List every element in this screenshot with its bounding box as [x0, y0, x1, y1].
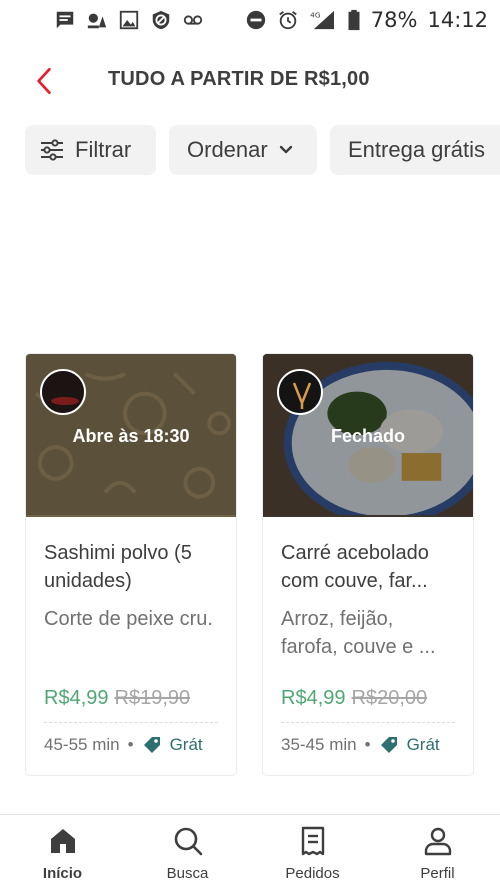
notification-icons	[54, 9, 204, 31]
home-icon	[50, 829, 75, 853]
nav-item-orders[interactable]: Pedidos	[250, 815, 375, 890]
signal-icon: 4G	[309, 9, 337, 31]
nav-item-search[interactable]: Busca	[125, 815, 250, 890]
divider	[44, 722, 218, 723]
delivery-fee: Grát	[169, 735, 203, 754]
current-price: R$4,99	[44, 687, 109, 709]
nav-label-orders: Pedidos	[285, 865, 340, 882]
message-icon	[54, 9, 76, 31]
filter-label: Filtrar	[75, 137, 132, 162]
search-icon	[174, 827, 202, 856]
sort-label: Ordenar	[187, 137, 268, 162]
separator-dot: •	[127, 735, 134, 754]
blocked-icon	[150, 9, 172, 31]
price-tag-icon	[379, 735, 399, 755]
delivery-info: 35-45 min • Grát	[281, 735, 455, 755]
current-price: R$4,99	[281, 687, 346, 709]
restaurant-logo	[277, 369, 323, 415]
delivery-fee: Grát	[406, 735, 440, 754]
chevron-down-icon	[278, 142, 294, 158]
restaurant-logo	[40, 369, 86, 415]
price-tag-icon	[142, 735, 162, 755]
divider	[281, 722, 455, 723]
alarm-icon	[277, 9, 299, 31]
orders-icon	[301, 826, 324, 856]
app-notification-icon	[86, 9, 108, 31]
system-icons: 4G 78% 14:12	[245, 8, 488, 32]
battery-icon	[347, 9, 361, 31]
product-description: Arroz, feijão, farofa, couve e ...	[281, 608, 436, 658]
filter-button[interactable]: Filtrar	[25, 125, 156, 175]
free-delivery-label: Entrega grátis	[348, 137, 485, 162]
price-row: R$4,99 R$19,90	[44, 687, 218, 710]
product-image: Abre às 18:30	[26, 354, 236, 517]
nav-label-search: Busca	[166, 865, 209, 882]
nav-label-home: Início	[42, 865, 83, 882]
battery-percent: 78%	[370, 8, 418, 32]
status-bar: 4G 78% 14:12	[0, 0, 500, 40]
separator-dot: •	[364, 735, 371, 754]
do-not-disturb-icon	[245, 9, 267, 31]
profile-icon	[424, 827, 451, 856]
product-description: Corte de peixe cru.	[44, 608, 213, 630]
delivery-time: 45-55 min	[44, 735, 120, 754]
svg-text:4G: 4G	[310, 10, 321, 19]
store-status: Abre às 18:30	[72, 426, 190, 446]
free-delivery-filter-button[interactable]: Entrega grátis	[330, 125, 500, 175]
delivery-time: 35-45 min	[281, 735, 357, 754]
product-name: Carré acebolado com couve, far...	[281, 542, 429, 592]
header: TUDO A PARTIR DE R$1,00	[0, 56, 500, 106]
price-row: R$4,99 R$20,00	[281, 687, 455, 710]
product-image: Fechado	[263, 354, 473, 517]
gallery-icon	[118, 9, 140, 31]
clock: 14:12	[427, 8, 488, 32]
product-name: Sashimi polvo (5 unidades)	[44, 542, 192, 592]
filter-bar: Filtrar Ordenar Entrega grátis	[25, 125, 500, 175]
product-card[interactable]: Abre às 18:30 Sashimi polvo (5 unidades)…	[25, 353, 237, 776]
store-status: Fechado	[330, 426, 405, 446]
nav-label-profile: Perfil	[420, 865, 455, 882]
bottom-navigation: Início Busca Pedidos Perfil	[0, 814, 500, 890]
original-price: R$19,90	[114, 687, 191, 709]
product-card[interactable]: Fechado Carré acebolado com couve, far..…	[262, 353, 474, 776]
page-title: TUDO A PARTIR DE R$1,00	[108, 68, 370, 90]
nav-item-profile[interactable]: Perfil	[375, 815, 500, 890]
back-button[interactable]	[28, 64, 60, 98]
sort-button[interactable]: Ordenar	[169, 125, 317, 175]
original-price: R$20,00	[351, 687, 428, 709]
chevron-left-icon	[37, 67, 51, 95]
sliders-icon	[39, 137, 65, 163]
nav-item-home[interactable]: Início	[0, 815, 125, 890]
delivery-info: 45-55 min • Grát	[44, 735, 218, 755]
voicemail-icon	[182, 9, 204, 31]
